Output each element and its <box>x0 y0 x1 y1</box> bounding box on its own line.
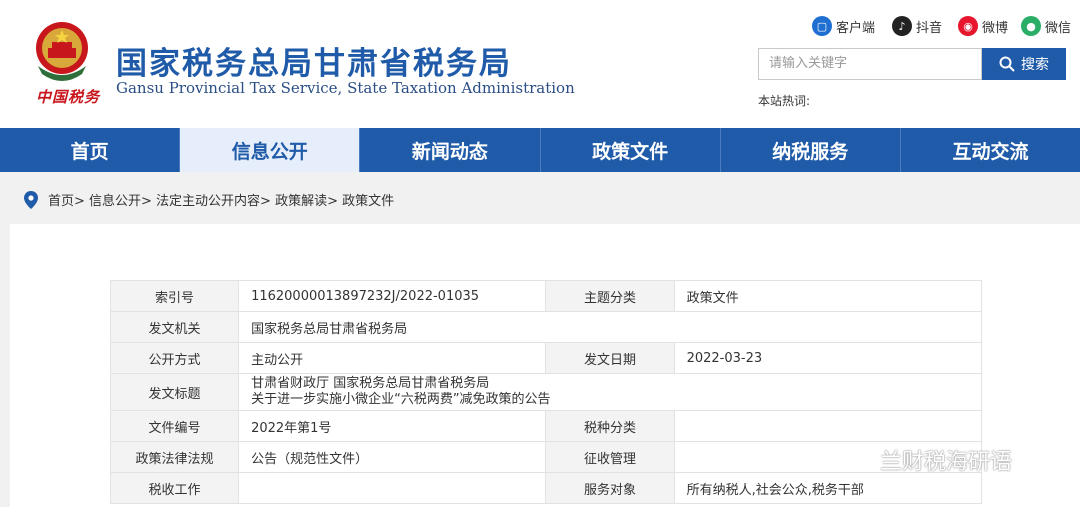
table-row: 发文机关 国家税务总局甘肃省税务局 <box>109 311 982 343</box>
tax-work-label: 税收工作 <box>109 472 240 504</box>
search-button[interactable]: 搜索 <box>982 48 1066 80</box>
tax-type-value <box>673 410 983 442</box>
breadcrumb-text[interactable]: 首页> 信息公开> 法定主动公开内容> 政策解读> 政策文件 <box>48 190 394 209</box>
issue-date-value: 2022-03-23 <box>673 342 983 374</box>
nav-policy[interactable]: 政策文件 <box>541 128 721 172</box>
search-button-label: 搜索 <box>1021 57 1049 73</box>
doc-title-value: 甘肃省财政厅 国家税务总局甘肃省税务局 关于进一步实施小微企业“六税两费”减免政… <box>238 373 982 411</box>
wechat-icon <box>840 447 874 473</box>
topic-value: 政策文件 <box>673 280 983 312</box>
tiktok-link[interactable]: ♪ 抖音 <box>892 14 942 38</box>
doc-number-label: 文件编号 <box>109 410 240 442</box>
wechat-label: 微信 <box>1045 20 1072 36</box>
issuer-value: 国家税务总局甘肃省税务局 <box>238 311 982 343</box>
issue-date-label: 发文日期 <box>545 342 675 374</box>
law-value: 公告（规范性文件） <box>238 441 547 473</box>
service-target-label: 服务对象 <box>545 472 675 504</box>
breadcrumb: 首页> 信息公开> 法定主动公开内容> 政策解读> 政策文件 <box>24 190 394 209</box>
open-method-label: 公开方式 <box>109 342 240 374</box>
client-link[interactable]: ▢ 客户端 <box>812 14 875 38</box>
table-row: 税收工作 服务对象 所有纳税人,社会公众,税务干部 <box>109 472 983 504</box>
site-title-english: Gansu Provincial Tax Service, State Taxa… <box>116 79 575 97</box>
logo-script-text: 中国税务 <box>36 88 101 106</box>
search-input[interactable]: 请输入关键字 <box>758 48 982 80</box>
index-value: 11620000013897232J/2022-01035 <box>238 280 547 312</box>
table-row: 文件编号 2022年第1号 税种分类 <box>109 410 983 442</box>
open-method-value: 主动公开 <box>238 342 547 374</box>
index-label: 索引号 <box>109 280 240 312</box>
wechat-watermark: 兰财税海研语 <box>840 444 1012 476</box>
site-title: 国家税务总局甘肃省税务局 <box>116 46 512 82</box>
weibo-icon: ◉ <box>958 16 978 36</box>
topic-label: 主题分类 <box>545 280 675 312</box>
tiktok-icon: ♪ <box>892 16 912 36</box>
nav-home[interactable]: 首页 <box>0 128 181 172</box>
nav-news[interactable]: 新闻动态 <box>360 128 541 172</box>
issuer-label: 发文机关 <box>109 311 240 343</box>
doc-title-line-1: 甘肃省财政厅 国家税务总局甘肃省税务局 <box>251 376 490 391</box>
tax-type-label: 税种分类 <box>545 410 675 442</box>
collection-label: 征收管理 <box>545 441 675 473</box>
main-nav: 首页 信息公开 新闻动态 政策文件 纳税服务 互动交流 <box>0 128 1080 172</box>
doc-title-label: 发文标题 <box>109 373 240 411</box>
table-row: 公开方式 主动公开 发文日期 2022-03-23 <box>109 342 983 374</box>
table-row: 发文标题 甘肃省财政厅 国家税务总局甘肃省税务局 关于进一步实施小微企业“六税两… <box>109 373 982 411</box>
client-label: 客户端 <box>836 20 876 36</box>
doc-title-line-2: 关于进一步实施小微企业“六税两费”减免政策的公告 <box>251 392 551 407</box>
tax-work-value <box>238 472 547 504</box>
site-header: 中国税务 国家税务总局甘肃省税务局 Gansu Provincial Tax S… <box>0 0 1080 128</box>
nav-tax-service[interactable]: 纳税服务 <box>721 128 901 172</box>
tiktok-label: 抖音 <box>916 20 943 36</box>
wechat-link[interactable]: ● 微信 <box>1021 14 1071 38</box>
national-emblem-logo <box>36 22 88 81</box>
weibo-link[interactable]: ◉ 微博 <box>958 14 1008 38</box>
nav-interaction[interactable]: 互动交流 <box>901 128 1080 172</box>
wechat-icon: ● <box>1021 16 1041 36</box>
service-target-value: 所有纳税人,社会公众,税务干部 <box>673 472 983 504</box>
nav-info-disclosure[interactable]: 信息公开 <box>180 128 361 172</box>
weibo-label: 微博 <box>982 20 1009 36</box>
client-icon: ▢ <box>812 16 832 36</box>
doc-number-value: 2022年第1号 <box>238 410 547 442</box>
hot-words-label: 本站热词: <box>758 94 811 108</box>
search-icon <box>999 56 1015 72</box>
law-label: 政策法律法规 <box>109 441 240 473</box>
table-row: 索引号 11620000013897232J/2022-01035 主题分类 政… <box>109 280 983 312</box>
location-pin-icon <box>24 190 38 209</box>
watermark-text: 兰财税海研语 <box>880 450 1013 475</box>
